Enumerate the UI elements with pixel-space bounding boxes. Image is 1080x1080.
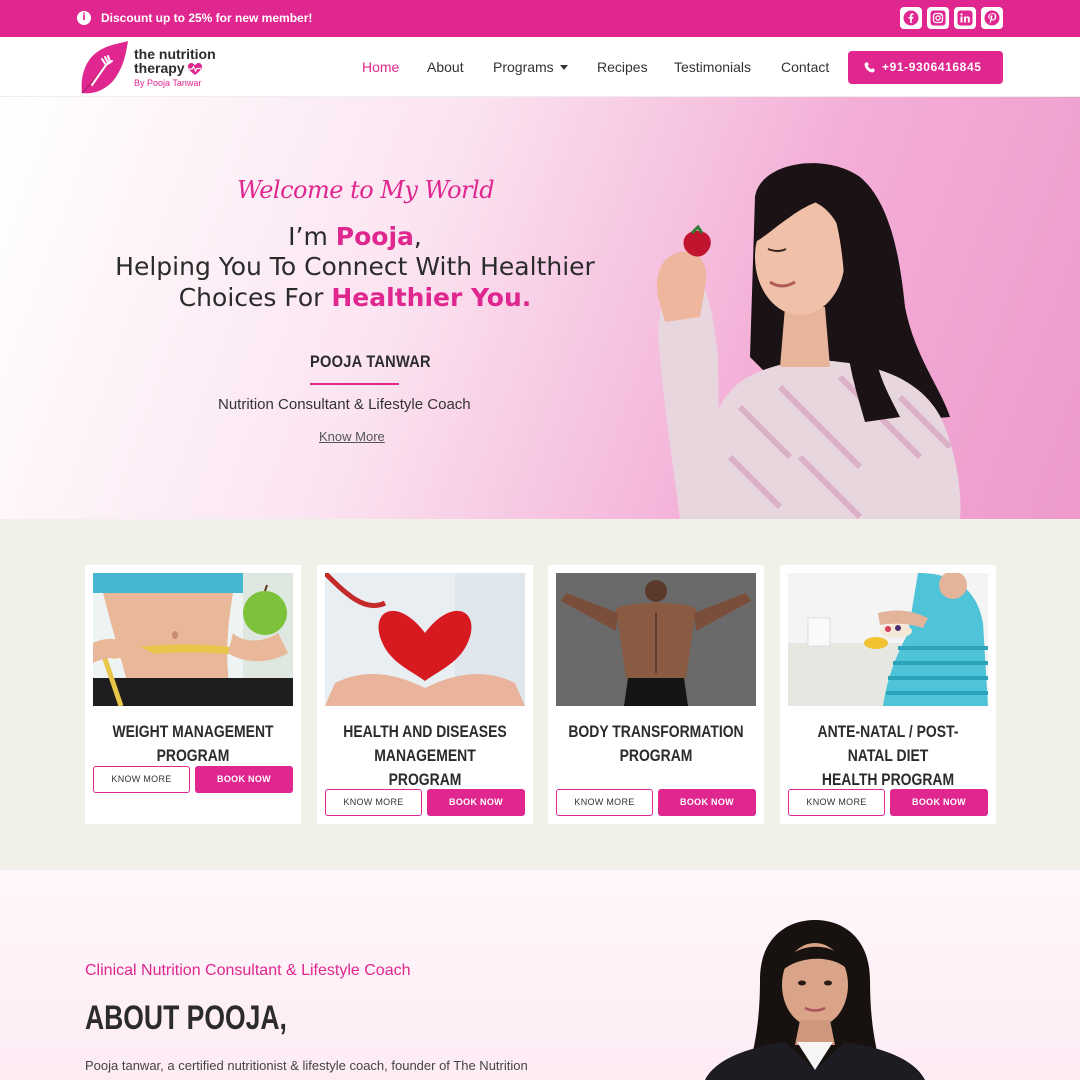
body-transformation-image — [556, 573, 756, 706]
nav-about[interactable]: About — [427, 59, 464, 75]
know-more-link[interactable]: Know More — [319, 429, 385, 444]
info-icon: i — [77, 11, 91, 25]
hero-heading-line2: Helping You To Connect With Healthier — [115, 252, 595, 281]
program-title: HEALTH AND DISEASES MANAGEMENT PROGRAM — [336, 720, 513, 792]
phone-number: +91-9306416845 — [882, 60, 982, 74]
book-now-button[interactable]: BOOK NOW — [658, 789, 756, 816]
program-title-line: BODY TRANSFORMATION — [568, 722, 744, 741]
hero-divider — [310, 383, 399, 385]
book-now-button[interactable]: BOOK NOW — [195, 766, 293, 793]
nav-home[interactable]: Home — [362, 59, 399, 75]
program-card: WEIGHT MANAGEMENT PROGRAM KNOW MORE BOOK… — [85, 565, 301, 824]
call-button[interactable]: +91-9306416845 — [848, 51, 1003, 84]
program-title: BODY TRANSFORMATION PROGRAM — [567, 720, 744, 768]
instagram-icon[interactable] — [927, 7, 949, 29]
hero-line3-pre: Choices For — [178, 283, 332, 312]
promo-text: Discount up to 25% for new member! — [101, 11, 313, 25]
chevron-down-icon — [559, 65, 568, 70]
brand-line1: the nutrition — [134, 46, 216, 62]
prenatal-program-image — [788, 573, 988, 706]
hero-line1-pre: I’m — [288, 222, 336, 251]
hero-heading-line3: Choices For Healthier You. — [0, 283, 710, 313]
brand-line2: therapy — [134, 60, 185, 76]
brand-byline: By Pooja Tanwar — [134, 78, 202, 88]
know-more-button[interactable]: KNOW MORE — [556, 789, 653, 816]
nav-recipes[interactable]: Recipes — [597, 59, 648, 75]
nav-programs[interactable]: Programs — [493, 59, 568, 75]
pinterest-icon[interactable] — [981, 7, 1003, 29]
know-more-button[interactable]: KNOW MORE — [325, 789, 422, 816]
nav-programs-label: Programs — [493, 59, 554, 75]
nav-contact[interactable]: Contact — [781, 59, 829, 75]
nav-testimonials[interactable]: Testimonials — [674, 59, 751, 75]
hero-line1-name: Pooja — [335, 222, 414, 251]
program-title-line: WEIGHT MANAGEMENT PROGRAM — [112, 722, 274, 765]
program-title-line: HEALTH AND DISEASES — [343, 722, 507, 741]
about-subtitle: Clinical Nutrition Consultant & Lifestyl… — [85, 962, 411, 979]
programs-section: WEIGHT MANAGEMENT PROGRAM KNOW MORE BOOK… — [0, 519, 1080, 870]
linkedin-icon[interactable] — [954, 7, 976, 29]
hero-portrait-image — [656, 163, 961, 519]
hero-role: Nutrition Consultant & Lifestyle Coach — [218, 396, 471, 413]
program-title: ANTE-NATAL / POST-NATAL DIET HEALTH PROG… — [799, 720, 976, 792]
about-portrait-image — [705, 920, 925, 1080]
program-card: BODY TRANSFORMATION PROGRAM KNOW MORE BO… — [548, 565, 764, 824]
about-section: Clinical Nutrition Consultant & Lifestyl… — [0, 870, 1080, 1080]
program-card: ANTE-NATAL / POST-NATAL DIET HEALTH PROG… — [780, 565, 996, 824]
program-title: WEIGHT MANAGEMENT PROGRAM — [104, 720, 281, 768]
know-more-button[interactable]: KNOW MORE — [93, 766, 190, 793]
book-now-button[interactable]: BOOK NOW — [890, 789, 988, 816]
health-program-image — [325, 573, 525, 706]
heartbeat-icon — [188, 63, 202, 75]
about-title: ABOUT POOJA, — [85, 999, 287, 1037]
program-title-line: MANAGEMENT PROGRAM — [374, 746, 476, 789]
program-title-line: ANTE-NATAL / POST-NATAL DIET — [817, 722, 959, 765]
welcome-script: Welcome to My World — [237, 176, 495, 204]
announcement-bar: i Discount up to 25% for new member! — [0, 0, 1080, 37]
hero-section: Welcome to My World I’m Pooja, Helping Y… — [0, 97, 1080, 519]
hero-name: POOJA TANWAR — [310, 352, 431, 371]
program-card: HEALTH AND DISEASES MANAGEMENT PROGRAM K… — [317, 565, 533, 824]
weight-program-image — [93, 573, 293, 706]
facebook-icon[interactable] — [900, 7, 922, 29]
logo-leaf-icon[interactable] — [78, 39, 130, 95]
program-title-line: PROGRAM — [619, 746, 693, 765]
about-paragraph: Pooja tanwar, a certified nutritionist &… — [85, 1058, 528, 1073]
site-header: the nutrition therapy By Pooja Tanwar Ho… — [0, 37, 1080, 97]
know-more-button[interactable]: KNOW MORE — [788, 789, 885, 816]
hero-line3-emphasis: Healthier You. — [331, 283, 532, 312]
book-now-button[interactable]: BOOK NOW — [427, 789, 525, 816]
phone-icon — [864, 62, 875, 73]
hero-line1-post: , — [413, 222, 422, 251]
hero-heading-line1: I’m Pooja, — [0, 222, 710, 252]
